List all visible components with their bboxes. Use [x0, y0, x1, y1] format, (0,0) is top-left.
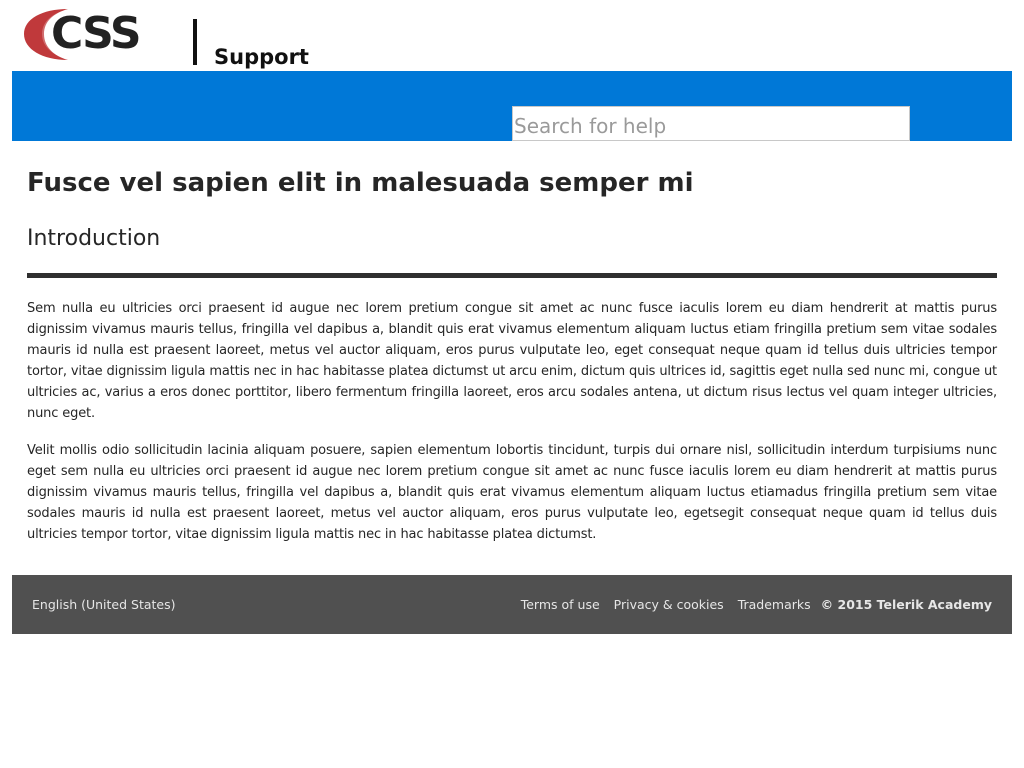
site-header: CSS Support [0, 0, 1024, 71]
paragraph: Sem nulla eu ultricies orci praesent id … [27, 301, 997, 421]
logo-text: CSS [51, 8, 140, 59]
locale-selector[interactable]: English (United States) [32, 597, 176, 612]
search-input[interactable] [512, 106, 910, 141]
terms-of-use-link[interactable]: Terms of use [521, 597, 600, 612]
css-logo-graphic: CSS [24, 8, 142, 60]
page-title: Fusce vel sapien elit in malesuada sempe… [27, 168, 694, 198]
copyright-notice: © 2015 Telerik Academy [820, 597, 992, 612]
search-bar [12, 71, 1012, 141]
css-logo[interactable]: CSS [22, 5, 182, 63]
privacy-cookies-link[interactable]: Privacy & cookies [614, 597, 724, 612]
footer-links: Terms of use Privacy & cookies Trademark… [507, 597, 992, 612]
header-divider [193, 19, 197, 65]
site-footer: English (United States) Terms of use Pri… [12, 575, 1012, 634]
support-label: Support [214, 45, 309, 69]
section-divider [27, 273, 997, 278]
page: CSS Support Fusce vel sapien elit in mal… [0, 0, 1024, 768]
paragraph: Velit mollis odio sollicitudin lacinia a… [27, 443, 997, 542]
trademarks-link[interactable]: Trademarks [738, 597, 811, 612]
section-heading: Introduction [27, 226, 161, 251]
